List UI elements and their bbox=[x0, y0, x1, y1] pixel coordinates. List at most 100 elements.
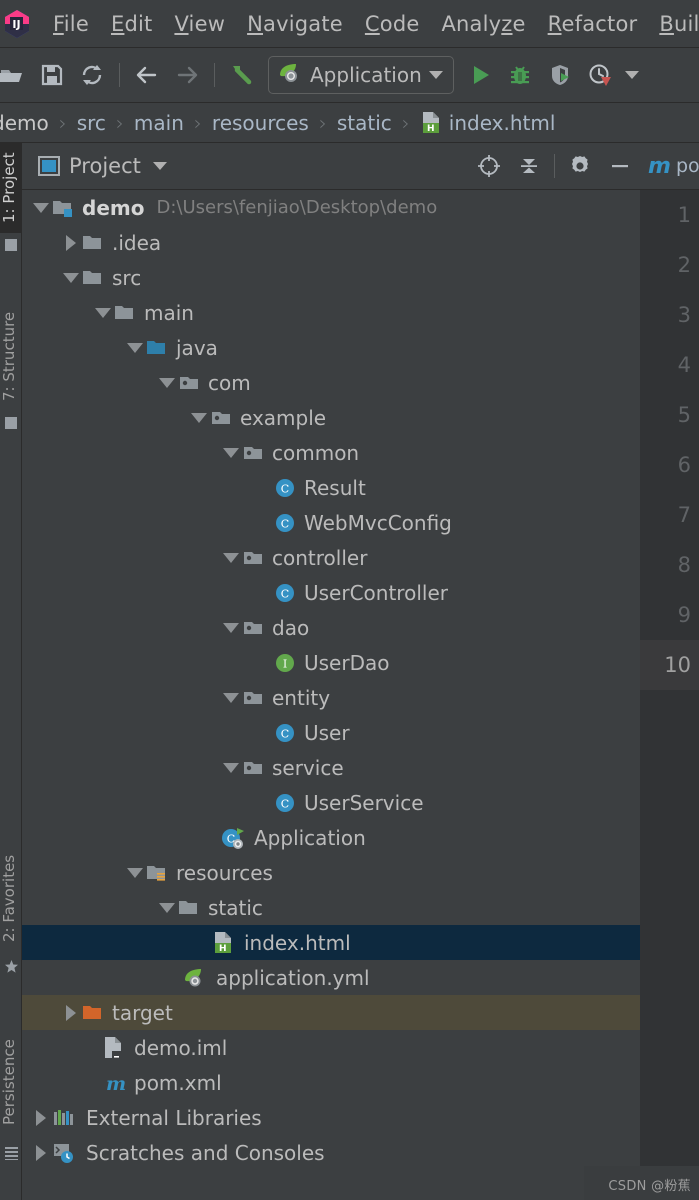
line-number: 5 bbox=[677, 403, 691, 427]
project-icon bbox=[5, 239, 17, 251]
locate-target-icon[interactable] bbox=[472, 149, 506, 183]
tree-row-entity[interactable]: entity bbox=[22, 680, 640, 715]
sidebar-tab-favorites[interactable]: 2: Favorites bbox=[0, 843, 22, 953]
tree-twisty-expanded[interactable] bbox=[92, 295, 114, 330]
forward-arrow-icon[interactable] bbox=[169, 57, 205, 93]
collapse-all-icon[interactable] bbox=[512, 149, 546, 183]
java-interface-icon: I bbox=[274, 645, 300, 680]
module-folder-icon bbox=[52, 190, 78, 225]
tree-row-idea[interactable]: .idea bbox=[22, 225, 640, 260]
folder-icon bbox=[178, 890, 204, 925]
run-configuration-selector[interactable]: Application bbox=[268, 56, 454, 94]
chevron-down-icon[interactable] bbox=[428, 71, 443, 79]
tree-row-java[interactable]: java bbox=[22, 330, 640, 365]
tree-twisty-expanded[interactable] bbox=[124, 330, 146, 365]
tree-twisty-expanded[interactable] bbox=[220, 435, 242, 470]
tree-twisty-expanded[interactable] bbox=[156, 890, 178, 925]
tree-row-external-libraries[interactable]: External Libraries bbox=[22, 1100, 640, 1135]
tree-twisty-expanded[interactable] bbox=[60, 260, 82, 295]
open-folder-icon[interactable] bbox=[0, 57, 30, 93]
tree-twisty-collapsed[interactable] bbox=[60, 225, 82, 260]
save-all-icon[interactable] bbox=[34, 57, 70, 93]
tree-row-pom-xml[interactable]: m pom.xml bbox=[22, 1065, 640, 1100]
breadcrumb-item-demo[interactable]: demo bbox=[0, 111, 49, 135]
tree-twisty-expanded[interactable] bbox=[124, 855, 146, 890]
svg-text:C: C bbox=[281, 727, 289, 740]
settings-gear-icon[interactable] bbox=[563, 149, 597, 183]
breadcrumb-item-resources[interactable]: resources bbox=[212, 111, 309, 135]
package-icon bbox=[210, 400, 236, 435]
folder-icon bbox=[82, 225, 108, 260]
run-icon[interactable] bbox=[462, 57, 498, 93]
tree-twisty-expanded[interactable] bbox=[220, 750, 242, 785]
tree-row-controller[interactable]: controller bbox=[22, 540, 640, 575]
tree-twisty-collapsed[interactable] bbox=[30, 1135, 52, 1170]
tree-twisty-collapsed[interactable] bbox=[30, 1100, 52, 1135]
menu-bar: IJ File Edit View Navigate Code Analyze … bbox=[0, 0, 699, 48]
breadcrumb-item-main[interactable]: main bbox=[134, 111, 184, 135]
package-icon bbox=[242, 435, 268, 470]
tree-twisty-expanded[interactable] bbox=[188, 400, 210, 435]
tree-twisty-collapsed[interactable] bbox=[60, 995, 82, 1030]
tree-row-demo-iml[interactable]: demo.iml bbox=[22, 1030, 640, 1065]
svg-text:C: C bbox=[281, 587, 289, 600]
breadcrumb-file-label[interactable]: index.html bbox=[449, 111, 556, 135]
sync-refresh-icon[interactable] bbox=[74, 57, 110, 93]
line-number: 4 bbox=[677, 353, 691, 377]
tree-row-result[interactable]: C Result bbox=[22, 470, 640, 505]
chevron-down-icon[interactable] bbox=[152, 162, 167, 170]
tree-twisty-expanded[interactable] bbox=[220, 540, 242, 575]
tree-row-src[interactable]: src bbox=[22, 260, 640, 295]
run-with-coverage-icon[interactable] bbox=[542, 57, 578, 93]
menu-item-analyze[interactable]: Analyze bbox=[430, 12, 536, 36]
tree-row-com[interactable]: com bbox=[22, 365, 640, 400]
tree-row-user[interactable]: C User bbox=[22, 715, 640, 750]
menu-item-build[interactable]: Build bbox=[648, 12, 699, 36]
sidebar-tab-persistence[interactable]: Persistence bbox=[0, 1023, 22, 1141]
tree-row-webmvcconfig[interactable]: C WebMvcConfig bbox=[22, 505, 640, 540]
debug-bug-icon[interactable] bbox=[502, 57, 538, 93]
tree-row-index-html[interactable]: H index.html bbox=[22, 925, 640, 960]
menu-item-edit[interactable]: Edit bbox=[100, 12, 163, 36]
back-arrow-icon[interactable] bbox=[129, 57, 165, 93]
tree-row-application[interactable]: C Application bbox=[22, 820, 640, 855]
tree-row-service[interactable]: service bbox=[22, 750, 640, 785]
toolbar-more-chevron-down-icon[interactable] bbox=[622, 57, 642, 93]
menu-item-refactor[interactable]: Refactor bbox=[537, 12, 649, 36]
menu-item-view[interactable]: View bbox=[163, 12, 236, 36]
editor-tab-pom-xml[interactable]: m pom.xml bbox=[640, 143, 699, 190]
menu-item-navigate[interactable]: Navigate bbox=[236, 12, 354, 36]
tree-row-dao[interactable]: dao bbox=[22, 610, 640, 645]
menu-item-file[interactable]: File bbox=[42, 12, 100, 36]
excluded-folder-icon bbox=[82, 995, 108, 1030]
svg-text:C: C bbox=[281, 797, 289, 810]
tree-row-userservice[interactable]: C UserService bbox=[22, 785, 640, 820]
tree-twisty-expanded[interactable] bbox=[220, 680, 242, 715]
hide-minus-icon[interactable] bbox=[603, 149, 637, 183]
breadcrumb-item-src[interactable]: src bbox=[77, 111, 106, 135]
sidebar-tab-project[interactable]: 1: Project bbox=[0, 143, 22, 233]
tree-row-resources[interactable]: resources bbox=[22, 855, 640, 890]
tree-twisty-expanded[interactable] bbox=[30, 190, 52, 225]
tree-row-userdao[interactable]: I UserDao bbox=[22, 645, 640, 680]
tree-row-usercontroller[interactable]: C UserController bbox=[22, 575, 640, 610]
build-hammer-icon[interactable] bbox=[224, 57, 260, 93]
toolbar-separator bbox=[119, 63, 120, 87]
sidebar-tab-structure[interactable]: 7: Structure bbox=[0, 301, 22, 411]
tree-twisty-expanded[interactable] bbox=[220, 610, 242, 645]
tree-twisty-expanded[interactable] bbox=[156, 365, 178, 400]
tree-row-application-yml[interactable]: application.yml bbox=[22, 960, 640, 995]
tree-row-example[interactable]: example bbox=[22, 400, 640, 435]
project-panel-header: Project bbox=[22, 143, 640, 190]
tree-row-scratches-and-consoles[interactable]: Scratches and Consoles bbox=[22, 1135, 640, 1170]
project-tree[interactable]: demo D:\Users\fenjiao\Desktop\demo .idea… bbox=[22, 190, 640, 1200]
tree-row-demo[interactable]: demo D:\Users\fenjiao\Desktop\demo bbox=[22, 190, 640, 225]
tree-row-static[interactable]: static bbox=[22, 890, 640, 925]
profiler-icon[interactable] bbox=[582, 57, 618, 93]
tree-row-main[interactable]: main bbox=[22, 295, 640, 330]
tree-row-common[interactable]: common bbox=[22, 435, 640, 470]
menu-item-code[interactable]: Code bbox=[354, 12, 431, 36]
tree-row-target[interactable]: target bbox=[22, 995, 640, 1030]
breadcrumb-item-static[interactable]: static bbox=[337, 111, 392, 135]
breadcrumb-separator: › bbox=[401, 110, 410, 135]
